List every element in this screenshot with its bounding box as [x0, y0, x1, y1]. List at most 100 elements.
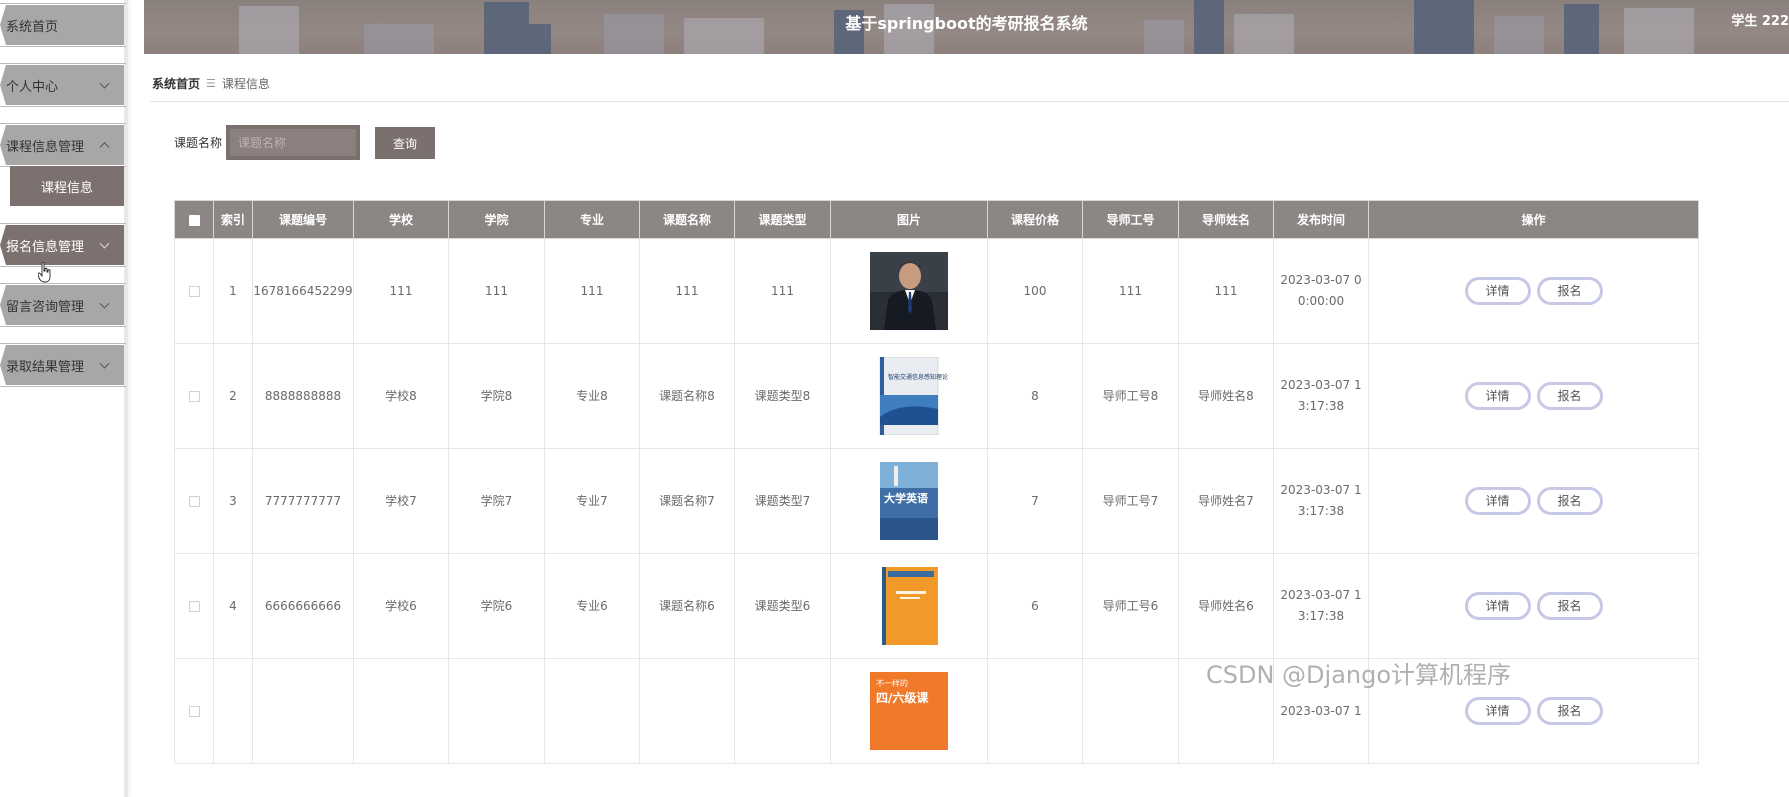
breadcrumb: 系统首页 ☰ 课程信息: [152, 75, 270, 92]
row-checkbox[interactable]: [188, 705, 200, 717]
course-image[interactable]: [870, 252, 948, 330]
row-checkbox[interactable]: [188, 495, 200, 507]
cell-actions: 详情 报名: [1368, 343, 1699, 449]
chevron-down-icon: [99, 238, 110, 249]
column-header: 发布时间: [1273, 200, 1369, 239]
course-image[interactable]: 大学英语: [870, 462, 948, 540]
sidebar: 系统首页 个人中心 课程信息管理 课程信息 报名信息管理 留言咨询管理 录取结果…: [0, 0, 128, 797]
sidebar-item-home[interactable]: 系统首页: [0, 5, 124, 45]
cell-college: 学院7: [448, 448, 545, 554]
row-checkbox[interactable]: [188, 390, 200, 402]
sidebar-item-registration-management[interactable]: 报名信息管理: [0, 225, 124, 265]
cell-tutor_name: 导师姓名6: [1178, 553, 1274, 659]
select-all-cell[interactable]: [174, 200, 214, 239]
sidebar-subitem-course-info[interactable]: 课程信息: [10, 166, 124, 206]
course-image[interactable]: [870, 567, 948, 645]
breadcrumb-separator-icon: ☰: [206, 77, 216, 90]
cell-image: 大学英语: [830, 448, 988, 554]
row-select-cell[interactable]: [174, 658, 214, 764]
sidebar-item-label: 系统首页: [6, 19, 59, 35]
row-checkbox[interactable]: [188, 285, 200, 297]
search-input[interactable]: [230, 129, 356, 156]
cover-text: 四/六级课: [876, 690, 929, 705]
apply-button[interactable]: 报名: [1536, 487, 1603, 515]
sidebar-item-message-management[interactable]: 留言咨询管理: [0, 285, 124, 325]
course-image[interactable]: 不一样的四/六级课: [870, 672, 948, 750]
cell-tutor_id: 导师工号6: [1082, 553, 1179, 659]
select-all-checkbox[interactable]: [188, 214, 200, 226]
cell-tutor_name: 导师姓名7: [1178, 448, 1274, 554]
cell-major: 111: [544, 238, 640, 344]
divider: [150, 101, 1789, 102]
cell-school: 学校6: [353, 553, 449, 659]
row-select-cell[interactable]: [174, 238, 214, 344]
cell-tutor_name: 导师姓名8: [1178, 343, 1274, 449]
cell-school: 111: [353, 238, 449, 344]
detail-button[interactable]: 详情: [1464, 592, 1531, 620]
cell-tutor_id: 111: [1082, 238, 1179, 344]
search-box: [226, 125, 360, 160]
user-label[interactable]: 学生 222: [1731, 10, 1789, 29]
cell-code: 1678166452299: [252, 238, 354, 344]
breadcrumb-home[interactable]: 系统首页: [152, 75, 200, 92]
search-button[interactable]: 查询: [375, 127, 435, 159]
row-select-cell[interactable]: [174, 448, 214, 554]
cell-school: [353, 658, 449, 764]
sidebar-item-label: 课程信息管理: [6, 139, 85, 155]
detail-button[interactable]: 详情: [1464, 487, 1531, 515]
cell-type: 课题类型8: [734, 343, 831, 449]
time-line: 2023-03-07 1: [1280, 378, 1362, 392]
cell-type: 111: [734, 238, 831, 344]
cell-code: [252, 658, 354, 764]
time-line: 2023-03-07 1: [1280, 588, 1362, 602]
column-header: 导师工号: [1082, 200, 1179, 239]
cell-time: 2023-03-07 0 0:00:00: [1273, 238, 1369, 344]
table-row: 4 6666666666 学校6 学院6 专业6 课题名称6 课题类型6 6 导师工号6 导师姓名…: [174, 553, 1699, 659]
cell-price: 7: [987, 448, 1083, 554]
chevron-down-icon: [99, 78, 110, 89]
search-label: 课题名称: [174, 136, 223, 150]
time-line: 3:17:38: [1297, 504, 1345, 518]
cell-college: 学院6: [448, 553, 545, 659]
cover-text: 智能交通信息感知理论与技术: [888, 373, 948, 381]
cell-index: 4: [213, 553, 253, 659]
breadcrumb-current: 课程信息: [221, 77, 270, 91]
apply-button[interactable]: 报名: [1536, 592, 1603, 620]
cell-time: 2023-03-07 1 3:17:38: [1273, 448, 1369, 554]
column-header: 课题类型: [734, 200, 831, 239]
row-select-cell[interactable]: [174, 343, 214, 449]
detail-button[interactable]: 详情: [1464, 277, 1531, 305]
header-banner: 基于springboot的考研报名系统 学生 222: [144, 0, 1789, 54]
cell-code: 7777777777: [252, 448, 354, 554]
sidebar-item-admission-management[interactable]: 录取结果管理: [0, 345, 124, 385]
cell-college: [448, 658, 545, 764]
cell-type: [734, 658, 831, 764]
cell-name: 课题名称8: [639, 343, 735, 449]
detail-button[interactable]: 详情: [1464, 697, 1531, 725]
cell-tutor_id: 导师工号7: [1082, 448, 1179, 554]
column-header: 操作: [1368, 200, 1699, 239]
apply-button[interactable]: 报名: [1536, 382, 1603, 410]
row-checkbox[interactable]: [188, 600, 200, 612]
hand-cursor-icon: [38, 262, 51, 283]
cell-name: [639, 658, 735, 764]
cell-major: 专业8: [544, 343, 640, 449]
apply-button[interactable]: 报名: [1536, 277, 1603, 305]
course-table-container: 索引 课题编号 学校 学院 专业 课题名称 课题类型 图片 课程价格 导师工号 …: [174, 200, 1789, 797]
cell-name: 课题名称6: [639, 553, 735, 659]
cell-major: 专业7: [544, 448, 640, 554]
course-image[interactable]: 智能交通信息感知理论与技术: [870, 357, 948, 435]
detail-button[interactable]: 详情: [1464, 382, 1531, 410]
cell-tutor_name: 111: [1178, 238, 1274, 344]
time-line: 2023-03-07 0: [1280, 273, 1362, 287]
apply-button[interactable]: 报名: [1536, 697, 1603, 725]
time-line: 3:17:38: [1297, 399, 1345, 413]
cell-actions: 详情 报名: [1368, 448, 1699, 554]
row-select-cell[interactable]: [174, 553, 214, 659]
cell-type: 课题类型6: [734, 553, 831, 659]
sidebar-item-profile[interactable]: 个人中心: [0, 65, 124, 105]
column-header: 导师姓名: [1178, 200, 1274, 239]
sidebar-item-course-management[interactable]: 课程信息管理: [0, 125, 124, 165]
chevron-down-icon: [99, 358, 110, 369]
cover-text: 不一样的: [876, 678, 908, 688]
